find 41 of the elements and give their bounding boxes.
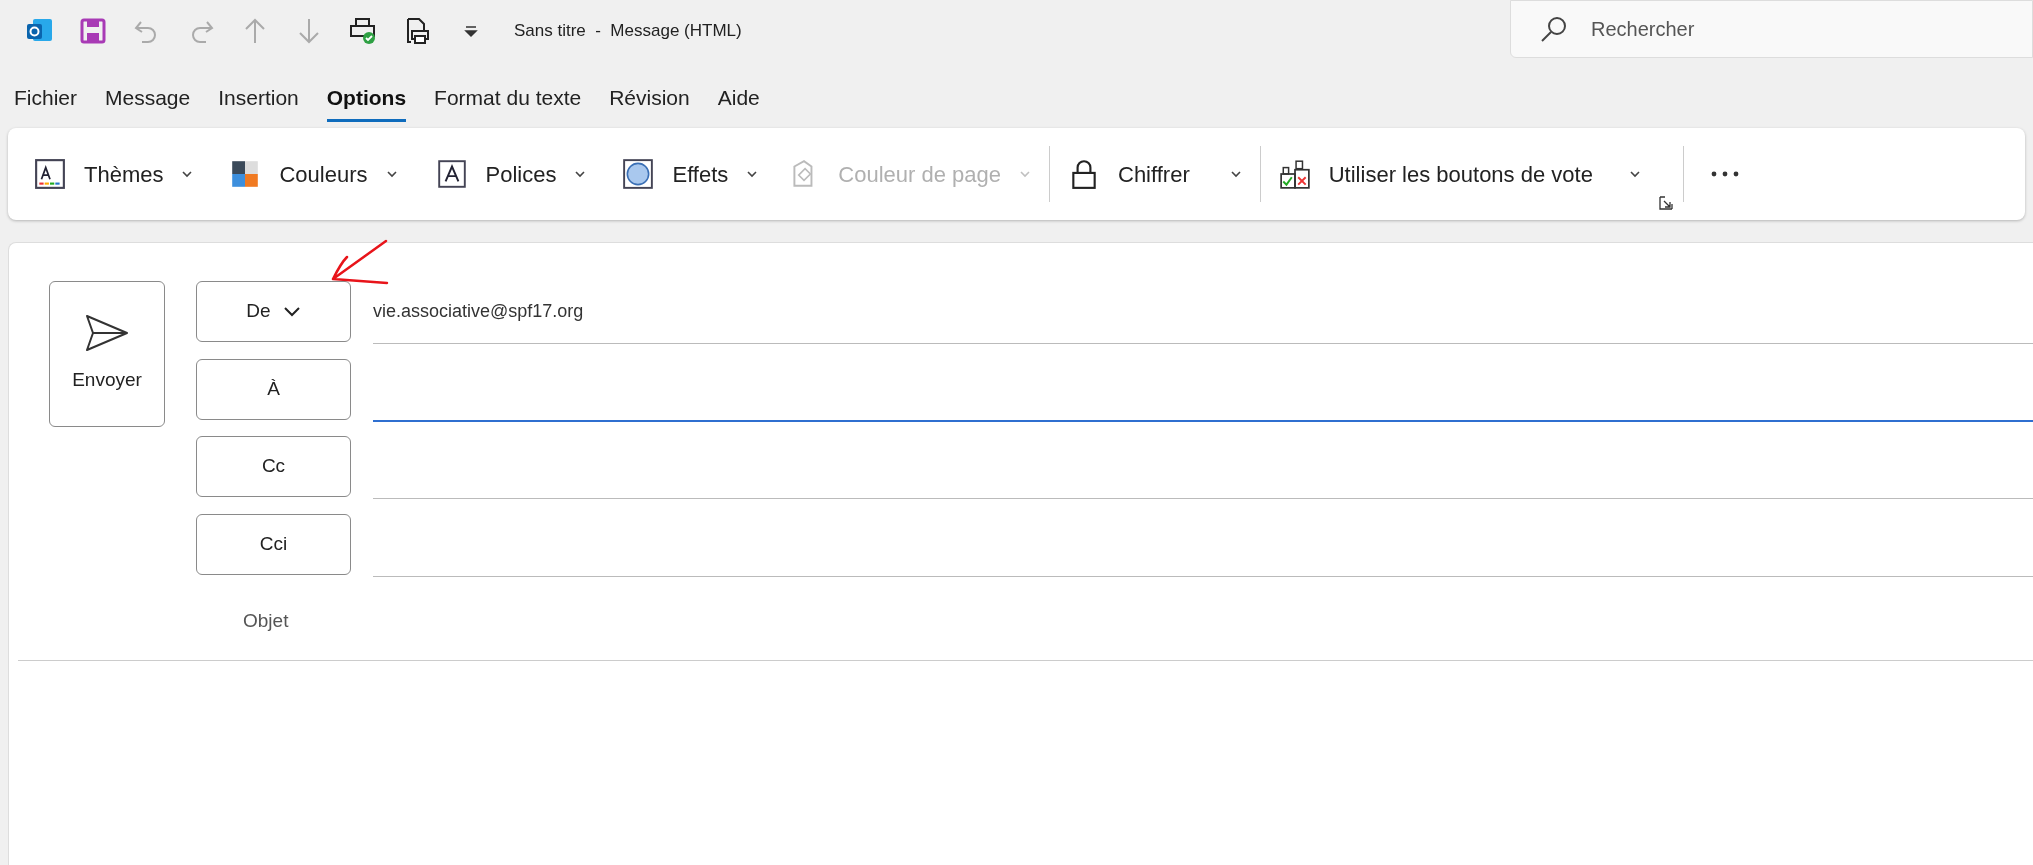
ribbon-tab[interactable]: Fichier <box>14 81 77 122</box>
search-icon <box>1539 14 1569 44</box>
subject-label: Objet <box>243 609 289 633</box>
address-field[interactable]: vie.associative@spf17.org <box>373 280 2033 344</box>
chevron-icon <box>1628 170 1641 178</box>
send-button[interactable]: Envoyer <box>49 281 165 427</box>
ribbon-button[interactable]: Chiffrer <box>1068 149 1242 199</box>
chevron-icon <box>746 170 759 178</box>
recipient-field-button[interactable]: À <box>196 358 351 420</box>
save-icon[interactable] <box>78 16 108 46</box>
chevron-icon <box>1019 170 1031 178</box>
effects-icon <box>622 158 655 190</box>
recipient-field-button[interactable]: De <box>196 281 351 342</box>
chevron-icon <box>181 170 194 178</box>
window-title: Sans titre - Message (HTML) <box>514 20 742 43</box>
ribbon-button[interactable]: Polices <box>435 149 587 199</box>
chevron-icon <box>574 170 587 178</box>
ribbon-tab[interactable]: Insertion <box>218 81 299 122</box>
printer-check-icon[interactable] <box>348 16 378 46</box>
search-field[interactable]: Rechercher <box>1591 14 1991 44</box>
font-icon <box>435 158 468 190</box>
dialog-launcher-icon[interactable] <box>1658 196 1673 210</box>
recipient-field-button[interactable]: Cc <box>196 436 351 497</box>
chevron-icon <box>385 170 398 178</box>
ribbon-tab[interactable]: Options <box>326 81 407 122</box>
ribbon-tab[interactable]: Aide <box>717 81 760 122</box>
ballot-boxes-icon <box>1278 158 1311 190</box>
recipient-field-button[interactable]: Cci <box>196 513 351 575</box>
search-field[interactable]: Rechercher <box>1510 0 2033 58</box>
ribbon-button[interactable]: Couleurs <box>229 149 398 199</box>
more-icon <box>1709 171 1740 177</box>
chevron-icon <box>282 306 301 317</box>
ribbon-button[interactable]: Effets <box>622 149 759 199</box>
ribbon-button[interactable]: Utiliser les boutons de vote <box>1278 149 1641 199</box>
ribbon-button[interactable]: Thèmes <box>34 149 194 199</box>
ribbon-tab[interactable]: Message <box>105 81 191 122</box>
send-icon <box>85 313 129 352</box>
chevron-icon <box>1229 170 1242 178</box>
ribbon-tab[interactable]: Format du texte <box>434 81 582 122</box>
ribbon-tab[interactable]: Révision <box>609 81 690 122</box>
themes-icon <box>34 158 66 190</box>
